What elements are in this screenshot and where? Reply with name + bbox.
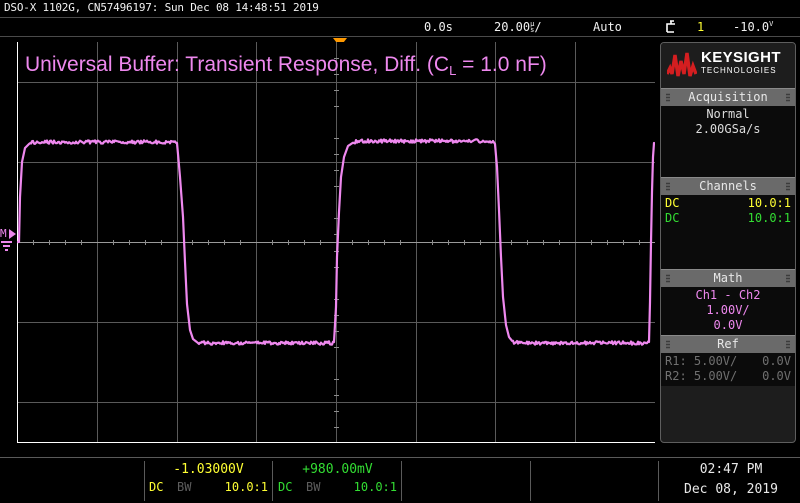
channel-1-coupling-label: DC (149, 480, 164, 494)
bar-separator (530, 461, 531, 501)
section-header-math[interactable]: Math (661, 269, 795, 287)
ref-1-scale: R1: 5.00V/ (665, 354, 738, 368)
section-header-ref[interactable]: Ref (661, 335, 795, 353)
channel-2-detail-row: DC BW 10.0:1 (274, 479, 401, 496)
channel-1-settings-row[interactable]: DC 10.0:1 (661, 196, 795, 211)
ref-1-row[interactable]: R1: 5.00V/ 0.0V (661, 354, 795, 369)
channel-2-settings-row[interactable]: DC 10.0:1 (661, 211, 795, 226)
section-title: Channels (699, 179, 757, 193)
ref-1-offset: 0.0V (762, 354, 791, 368)
clock-date: Dec 08, 2019 (684, 482, 778, 497)
section-body-channels: DC 10.0:1 DC 10.0:1 (661, 195, 795, 269)
math-scale[interactable]: 1.00V/ (661, 303, 795, 318)
math-waveform-trace (17, 138, 655, 346)
section-title: Acquisition (688, 90, 768, 104)
channel-1-coupling: DC (665, 196, 680, 210)
timebase-scale[interactable]: 20.00 µ s / (494, 18, 542, 36)
timebase-value: 20.00 (494, 20, 531, 34)
trigger-mode[interactable]: Auto (593, 18, 622, 36)
status-bar: 0.0s 20.00 µ s / Auto 1 -10.0 V (0, 17, 800, 37)
keysight-name: KEYSIGHT (701, 49, 781, 66)
timebase-unit: µs (530, 19, 535, 34)
annotation-subscript: L (449, 63, 457, 78)
drag-handle-icon (786, 93, 790, 102)
drag-handle-icon (786, 182, 790, 191)
horizontal-delay-value[interactable]: 0.0s (424, 18, 453, 36)
acquisition-mode[interactable]: Normal (661, 107, 795, 122)
section-body-acquisition: Normal 2.00GSa/s (661, 106, 795, 177)
section-body-math: Ch1 - Ch2 1.00V/ 0.0V (661, 287, 795, 335)
ref-2-offset: 0.0V (762, 369, 791, 383)
keysight-tagline: TECHNOLOGIES (701, 66, 777, 75)
keysight-logo-text: KEYSIGHT TECHNOLOGIES (701, 50, 781, 76)
channel-2-coupling: DC (665, 211, 680, 225)
bar-separator (658, 461, 659, 501)
ref-2-row[interactable]: R2: 5.00V/ 0.0V (661, 369, 795, 384)
clock-display: 02:47 PM Dec 08, 2019 (666, 459, 796, 500)
annotation-tail: = 1.0 nF) (456, 53, 547, 76)
ground-symbol-icon (1, 241, 12, 243)
annotation-main: Universal Buffer: Transient Response, Di… (25, 53, 450, 76)
keysight-wave-mark-icon (667, 52, 697, 77)
channel-2-offset-value: +980.00mV (302, 462, 373, 477)
bar-separator (272, 461, 273, 501)
trigger-source[interactable]: 1 (697, 18, 704, 36)
math-marker-label: M (0, 227, 7, 240)
math-offset[interactable]: 0.0V (661, 318, 795, 333)
section-header-acquisition[interactable]: Acquisition (661, 88, 795, 106)
channel-1-probe-ratio: 10.0:1 (747, 196, 791, 210)
sample-rate[interactable]: 2.00GSa/s (661, 122, 795, 137)
channel-1-detail-row: DC BW 10.0:1 (145, 479, 272, 496)
trigger-level-unit: V (769, 19, 774, 28)
bottom-measurement-bar: -1.03000V DC BW 10.0:1 +980.00mV DC BW 1… (0, 457, 800, 503)
clock-time: 02:47 PM (699, 462, 763, 477)
oscilloscope-screen: DSO-X 1102G, CN57496197: Sun Dec 08 14:4… (0, 0, 800, 503)
instrument-id-line: DSO-X 1102G, CN57496197: Sun Dec 08 14:4… (4, 1, 319, 14)
ground-symbol-icon (3, 245, 10, 247)
channel-1-measurement-block[interactable]: -1.03000V DC BW 10.0:1 (145, 460, 272, 502)
bar-separator (401, 461, 402, 501)
channel-2-probe-ratio: 10.0:1 (747, 211, 791, 225)
trigger-level[interactable]: -10.0 V (733, 18, 773, 36)
annotation-text: Universal Buffer: Transient Response, Di… (25, 53, 547, 78)
ref-2-scale: R2: 5.00V/ (665, 369, 738, 383)
rising-edge-icon[interactable] (665, 18, 678, 36)
section-header-channels[interactable]: Channels (661, 177, 795, 195)
keysight-logo: KEYSIGHT TECHNOLOGIES (661, 43, 795, 88)
math-marker-arrow-icon (9, 229, 16, 239)
channel-2-bandwidth-label: BW (306, 480, 321, 494)
section-title: Math (713, 271, 743, 285)
drag-handle-icon (786, 340, 790, 349)
channel-2-measurement-block[interactable]: +980.00mV DC BW 10.0:1 (274, 460, 401, 502)
channel-1-offset-value: -1.03000V (173, 462, 244, 477)
drag-handle-icon (786, 274, 790, 283)
channel-1-probe-label: 10.0:1 (224, 480, 268, 494)
math-function[interactable]: Ch1 - Ch2 (661, 288, 795, 303)
channel-1-bandwidth-label: BW (177, 480, 192, 494)
channel-2-probe-label: 10.0:1 (353, 480, 397, 494)
side-panel: KEYSIGHT TECHNOLOGIES Acquisition Normal… (660, 42, 796, 443)
section-title: Ref (717, 337, 739, 351)
waveform-graticule[interactable] (17, 42, 655, 443)
channel-2-coupling-label: DC (278, 480, 293, 494)
math-ground-marker[interactable]: M (0, 228, 18, 258)
ground-symbol-icon (5, 249, 8, 251)
timebase-suffix: / (534, 20, 542, 34)
section-body-ref: R1: 5.00V/ 0.0V R2: 5.00V/ 0.0V (661, 353, 795, 386)
